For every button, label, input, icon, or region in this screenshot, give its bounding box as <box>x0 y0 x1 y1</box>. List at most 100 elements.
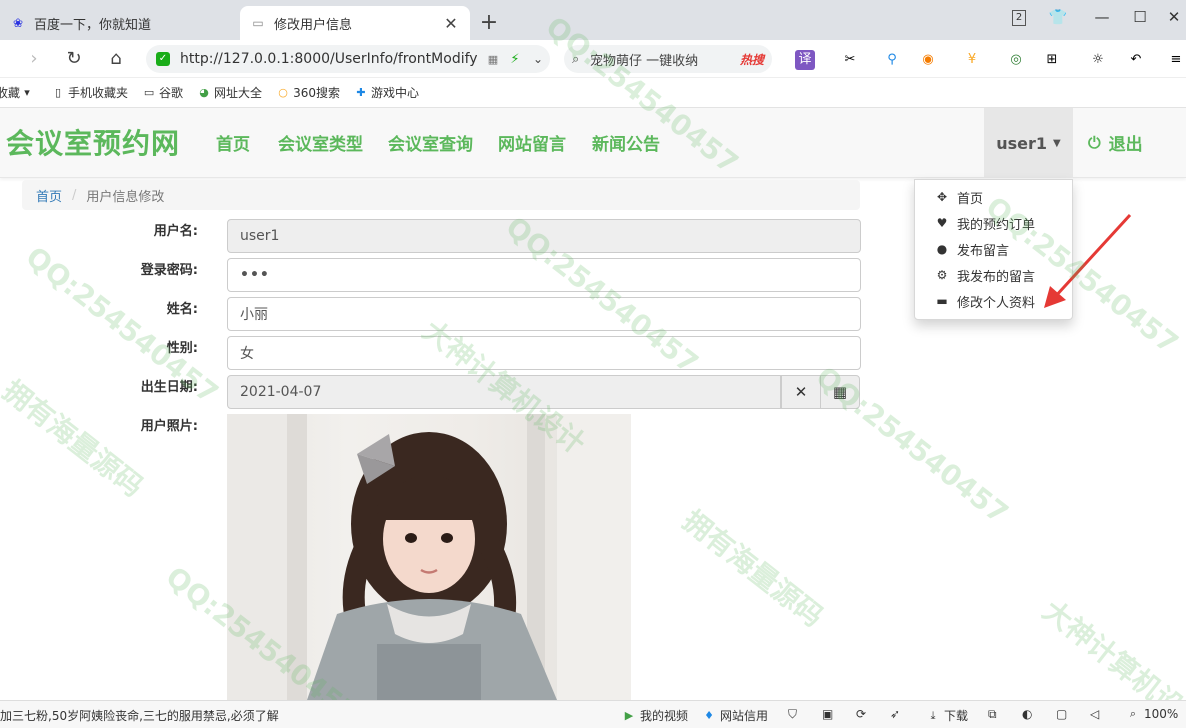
user-icon: ● <box>936 242 948 256</box>
green-circle-icon[interactable]: ◎ <box>1006 50 1026 70</box>
status-label: 下载 <box>944 709 969 723</box>
apps-grid-icon[interactable]: ⊞ <box>1042 50 1062 70</box>
gamepad-icon[interactable]: ◉ <box>918 50 938 70</box>
bookmarks-bar: 收藏 ▾ ▯ 手机收藏夹 ▭ 谷歌 ◕ 网址大全 ○ 360搜索 ✚ 游戏中心 <box>0 78 1186 108</box>
refresh-icon[interactable]: ⟳ <box>856 707 866 721</box>
window-icon[interactable]: ▢ <box>1056 707 1067 721</box>
photo-label: 用户照片: <box>140 419 198 434</box>
menu-icon[interactable]: ≡ <box>1166 50 1186 70</box>
bookmark-sites[interactable]: ◕ 网址大全 <box>197 84 262 101</box>
minimize-icon[interactable]: — <box>1090 8 1114 26</box>
image-icon[interactable]: ▣ <box>822 707 833 721</box>
magnifier-icon[interactable]: ⚲ <box>882 50 902 70</box>
bookmark-label: 网址大全 <box>214 86 263 100</box>
zoom-level: 100% <box>1144 707 1179 721</box>
bookmark-mobile[interactable]: ▯ 手机收藏夹 <box>51 84 128 101</box>
shield-icon[interactable]: ⛉ <box>788 707 797 722</box>
menu-item-label: 我的预约订单 <box>957 217 1036 233</box>
translate-icon[interactable]: 译 <box>795 50 815 70</box>
heart-icon: ♥ <box>936 216 948 230</box>
video-icon: ▶ <box>624 709 634 722</box>
nav-home[interactable]: 首页 <box>216 130 250 155</box>
tab-count-badge[interactable]: 2 <box>1012 10 1026 26</box>
status-label: 网站信用 <box>720 709 769 723</box>
nav-news[interactable]: 新闻公告 <box>592 130 660 155</box>
search-icon: ○ <box>278 85 288 99</box>
gender-field[interactable]: 女 <box>227 336 861 370</box>
password-label: 登录密码: <box>140 263 198 278</box>
hot-search-badge[interactable]: 热搜 <box>740 51 764 68</box>
qr-code-icon[interactable]: ▦ <box>482 53 504 66</box>
annotation-arrow <box>1044 213 1132 308</box>
forward-icon[interactable]: › <box>22 48 46 69</box>
bookmark-games[interactable]: ✚ 游戏中心 <box>354 84 419 101</box>
calendar-icon[interactable]: ▦ <box>820 375 860 409</box>
bookmark-label: 手机收藏夹 <box>68 86 129 100</box>
page-icon: ▭ <box>252 16 264 30</box>
close-tab-icon[interactable]: ✕ <box>442 14 460 33</box>
scissors-icon[interactable]: ✂ <box>840 50 860 70</box>
move-icon: ✥ <box>936 190 948 204</box>
maximize-icon[interactable]: ☐ <box>1128 8 1152 26</box>
search-suggestion[interactable]: 宠物萌仔 一键收纳 <box>590 50 740 69</box>
birthdate-field[interactable]: 2021-04-07 <box>227 375 781 409</box>
watermark: 拥有海量源码 <box>676 503 830 634</box>
tab-label: 修改用户信息 <box>274 17 353 33</box>
bookmark-360[interactable]: ○ 360搜索 <box>276 84 340 101</box>
bolt-icon[interactable]: ⚡ <box>504 52 526 67</box>
site-brand[interactable]: 会议室预约网 <box>6 122 180 162</box>
bookmark-label: 收藏 <box>0 86 21 100</box>
baidu-paw-icon: ❀ <box>12 16 24 30</box>
drop-icon: ♦ <box>704 709 714 722</box>
coupon-icon[interactable]: ¥ <box>962 50 982 70</box>
download-button[interactable]: ⤓ 下载 <box>926 707 968 724</box>
nav-room-types[interactable]: 会议室类型 <box>278 130 363 155</box>
new-tab-icon[interactable]: + <box>478 10 500 35</box>
chevron-down-icon[interactable]: ⌄ <box>526 52 550 66</box>
site-credit-button[interactable]: ♦ 网站信用 <box>702 707 768 724</box>
my-videos-button[interactable]: ▶ 我的视频 <box>622 707 688 724</box>
password-field[interactable]: ••• <box>227 258 861 292</box>
status-news-link[interactable]: 加三七粉,50岁阿姨险丧命,三七的服用禁忌,必须了解 <box>0 707 279 724</box>
search-box[interactable]: ⌕ 宠物萌仔 一键收纳 热搜 <box>564 45 772 73</box>
game-icon: ✚ <box>356 85 366 99</box>
undo-icon[interactable]: ↶ <box>1126 50 1146 70</box>
address-url[interactable]: http://127.0.0.1:8000/UserInfo/frontModi… <box>180 51 482 67</box>
address-bar[interactable]: ✓ http://127.0.0.1:8000/UserInfo/frontMo… <box>146 45 550 73</box>
chevron-down-icon: ▾ <box>24 85 30 99</box>
username-field[interactable]: user1 <box>227 219 861 253</box>
skin-icon[interactable]: 👕 <box>1046 8 1070 26</box>
bookmark-google[interactable]: ▭ 谷歌 <box>142 84 183 101</box>
volume-icon[interactable]: ◁ <box>1090 707 1099 721</box>
download-icon: ⤓ <box>930 708 936 722</box>
reload-icon[interactable]: ↻ <box>62 48 86 69</box>
caret-down-icon: ▼ <box>1053 137 1061 149</box>
zoom-control[interactable]: ⌕ 100% <box>1126 707 1178 721</box>
bookmark-favorites[interactable]: 收藏 ▾ <box>0 84 37 101</box>
gender-label: 性别: <box>166 341 198 356</box>
menu-item-label: 修改个人资料 <box>957 295 1036 311</box>
tab-modify-user[interactable]: ▭ 修改用户信息 ✕ <box>240 6 470 40</box>
devices-icon[interactable]: ⧉ <box>988 707 997 722</box>
clear-date-icon[interactable]: ✕ <box>781 375 821 409</box>
breadcrumb-home[interactable]: 首页 <box>36 186 62 205</box>
tab-baidu[interactable]: ❀ 百度一下，你就知道 <box>0 6 236 40</box>
browser-icon[interactable]: ◐ <box>1022 707 1032 721</box>
name-field[interactable]: 小丽 <box>227 297 861 331</box>
close-window-icon[interactable]: ✕ <box>1162 8 1186 26</box>
logout-link[interactable]: ⏻ 退出 <box>1088 130 1143 156</box>
home-icon[interactable]: ⌂ <box>104 48 128 69</box>
nav-room-search[interactable]: 会议室查询 <box>388 130 473 155</box>
nav-messages[interactable]: 网站留言 <box>498 130 566 155</box>
birthdate-label: 出生日期: <box>140 380 198 395</box>
credit-card-icon: ▬ <box>936 294 948 308</box>
browser-status-bar: 加三七粉,50岁阿姨险丧命,三七的服用禁忌,必须了解 ▶ 我的视频 ♦ 网站信用… <box>0 700 1186 728</box>
breadcrumb-current: 用户信息修改 <box>86 189 165 205</box>
user-photo-illustration <box>227 414 631 700</box>
username-label: user1 <box>996 133 1048 153</box>
menu-item-home[interactable]: ✥ 首页 <box>915 184 1072 210</box>
rocket-icon[interactable]: ➶ <box>890 707 900 721</box>
user-menu-button[interactable]: user1 ▼ <box>984 108 1073 178</box>
brightness-icon[interactable]: ☼ <box>1088 50 1108 70</box>
menu-item-label: 我发布的留言 <box>957 269 1036 285</box>
